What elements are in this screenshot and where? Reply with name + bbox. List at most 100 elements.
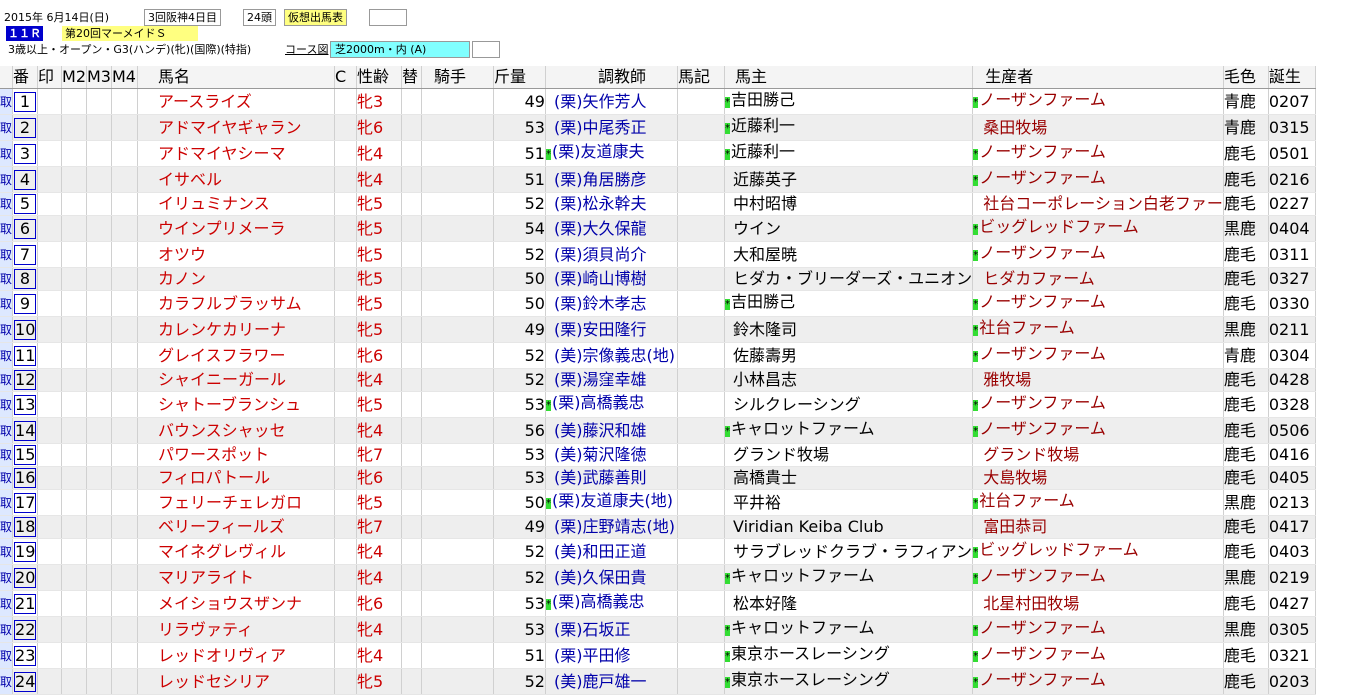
trainer-cell[interactable]: (栗)庄野靖志(地) [545,515,678,539]
table-row[interactable]: 取 13 シャトーブランシュ 牝5 53 *(栗)高橋義忠 シルクレーシング *ノーザンファー… [0,391,1316,418]
row-side-tab[interactable]: 取 [0,466,13,490]
jockey-cell[interactable] [421,114,494,141]
prediction-mark-cell[interactable] [37,538,63,565]
breeder-cell[interactable]: *社台ファーム [972,316,1224,343]
m4-cell[interactable] [111,564,138,591]
m4-cell[interactable] [111,290,138,317]
table-row[interactable]: 取 19 マイネグレヴィル 牝4 52 (美)和田正道 サラブレッドクラブ・ラフィアン *ビッ… [0,538,1316,565]
m2-cell[interactable] [61,515,87,539]
owner-cell[interactable]: 松本好隆 [724,590,974,617]
horse-name-cell[interactable]: アースライズ [137,88,335,115]
mode-blank-box[interactable] [369,9,407,26]
horse-name-cell[interactable]: オツウ [137,241,335,268]
m2-cell[interactable] [61,443,87,467]
trainer-cell[interactable]: (美)宗像義忠(地) [545,342,678,369]
row-side-tab[interactable]: 取 [0,443,13,467]
m3-cell[interactable] [86,267,112,291]
jockey-cell[interactable] [421,166,494,193]
horse-name-cell[interactable]: ベリーフィールズ [137,515,335,539]
horse-name-cell[interactable]: レッドオリヴィア [137,642,335,669]
jockey-cell[interactable] [421,290,494,317]
owner-cell[interactable]: 平井裕 [724,489,974,516]
trainer-cell[interactable]: *(栗)高橋義忠 [545,590,678,617]
m3-cell[interactable] [86,368,112,392]
trainer-cell[interactable]: (栗)平田修 [545,642,678,669]
prediction-mark-cell[interactable] [37,489,63,516]
horse-name-cell[interactable]: シャイニーガール [137,368,335,392]
m2-cell[interactable] [61,241,87,268]
table-row[interactable]: 取 20 マリアライト 牝4 52 (美)久保田貴 *キャロットファーム *ノーザンファーム黒… [0,564,1316,591]
prediction-mark-cell[interactable] [37,215,63,242]
trainer-cell[interactable]: (栗)崎山博樹 [545,267,678,291]
m2-cell[interactable] [61,466,87,490]
col-header-m4[interactable]: M4 [111,66,138,89]
owner-cell[interactable]: *吉田勝己 [724,88,974,115]
breeder-cell[interactable]: *ノーザンファーム [972,668,1224,695]
table-row[interactable]: 取 6 ウインプリメーラ 牝5 54 (栗)大久保龍 ウイン *ビッグレッドファーム 黒鹿 040… [0,215,1316,242]
jockey-cell[interactable] [421,466,494,490]
horse-name-cell[interactable]: イサベル [137,166,335,193]
m4-cell[interactable] [111,215,138,242]
m4-cell[interactable] [111,241,138,268]
table-row[interactable]: 取 17 フェリーチェレガロ 牝5 50 *(栗)友道康夫(地) 平井裕 *社台ファーム 黒鹿 0… [0,489,1316,516]
breeder-cell[interactable]: 桑田牧場 [972,114,1224,141]
row-side-tab[interactable]: 取 [0,515,13,539]
prediction-mark-cell[interactable] [37,342,63,369]
breeder-cell[interactable]: *ノーザンファーム [972,564,1224,591]
col-header-birth[interactable]: 誕生 [1268,66,1316,89]
jockey-cell[interactable] [421,391,494,418]
prediction-mark-cell[interactable] [37,88,63,115]
m2-cell[interactable] [61,140,87,167]
table-row[interactable]: 取 1 アースライズ 牝3 49 (栗)矢作芳人 *吉田勝己 *ノーザンファーム 青鹿 0207 [0,88,1316,115]
horse-name-cell[interactable]: バウンスシャッセ [137,417,335,444]
trainer-cell[interactable]: (栗)角居勝彦 [545,166,678,193]
m4-cell[interactable] [111,466,138,490]
jockey-cell[interactable] [421,538,494,565]
m2-cell[interactable] [61,538,87,565]
m3-cell[interactable] [86,316,112,343]
table-row[interactable]: 取 11 グレイスフラワー 牝6 52 (美)宗像義忠(地) 佐藤壽男 *ノーザンファーム 青鹿… [0,342,1316,369]
m2-cell[interactable] [61,668,87,695]
m3-cell[interactable] [86,290,112,317]
row-side-tab[interactable]: 取 [0,564,13,591]
row-side-tab[interactable]: 取 [0,590,13,617]
col-header-jockey[interactable]: 騎手 [421,66,494,89]
prediction-mark-cell[interactable] [37,417,63,444]
jockey-cell[interactable] [421,564,494,591]
m2-cell[interactable] [61,391,87,418]
breeder-cell[interactable]: *ビッグレッドファーム [972,538,1224,565]
trainer-cell[interactable]: (美)菊沢隆徳 [545,443,678,467]
owner-cell[interactable]: *東京ホースレーシング [724,668,974,695]
breeder-cell[interactable]: *ビッグレッドファーム [972,215,1224,242]
jockey-cell[interactable] [421,241,494,268]
m2-cell[interactable] [61,368,87,392]
course-blank-box[interactable] [472,41,500,58]
m2-cell[interactable] [61,616,87,643]
prediction-mark-cell[interactable] [37,564,63,591]
row-side-tab[interactable]: 取 [0,140,13,167]
trainer-cell[interactable]: *(栗)高橋義忠 [545,391,678,418]
jockey-cell[interactable] [421,515,494,539]
breeder-cell[interactable]: 雅牧場 [972,368,1224,392]
row-side-tab[interactable]: 取 [0,538,13,565]
m2-cell[interactable] [61,489,87,516]
table-row[interactable]: 取 18 ベリーフィールズ 牝7 49 (栗)庄野靖志(地) Viridian Keiba … [0,515,1316,539]
row-side-tab[interactable]: 取 [0,290,13,317]
breeder-cell[interactable]: 大島牧場 [972,466,1224,490]
table-row[interactable]: 取 8 カノン 牝5 50 (栗)崎山博樹 ヒダカ・ブリーダーズ・ユニオン ヒダカファーム 鹿毛… [0,267,1316,291]
mode-label[interactable]: 仮想出馬表 [284,9,347,26]
owner-cell[interactable]: 佐藤壽男 [724,342,974,369]
m4-cell[interactable] [111,590,138,617]
row-side-tab[interactable]: 取 [0,166,13,193]
breeder-cell[interactable]: *社台ファーム [972,489,1224,516]
row-side-tab[interactable]: 取 [0,391,13,418]
trainer-cell[interactable]: (栗)中尾秀正 [545,114,678,141]
owner-cell[interactable]: *キャロットファーム [724,564,974,591]
m3-cell[interactable] [86,590,112,617]
col-header-m3[interactable]: M3 [86,66,112,89]
prediction-mark-cell[interactable] [37,140,63,167]
m4-cell[interactable] [111,391,138,418]
m2-cell[interactable] [61,88,87,115]
table-row[interactable]: 取 15 パワースポット 牝7 53 (美)菊沢隆徳 グランド牧場 グランド牧場 鹿毛 0416 [0,443,1316,467]
table-row[interactable]: 取 14 バウンスシャッセ 牝4 56 (美)藤沢和雄 *キャロットファーム *ノーザンファー… [0,417,1316,444]
